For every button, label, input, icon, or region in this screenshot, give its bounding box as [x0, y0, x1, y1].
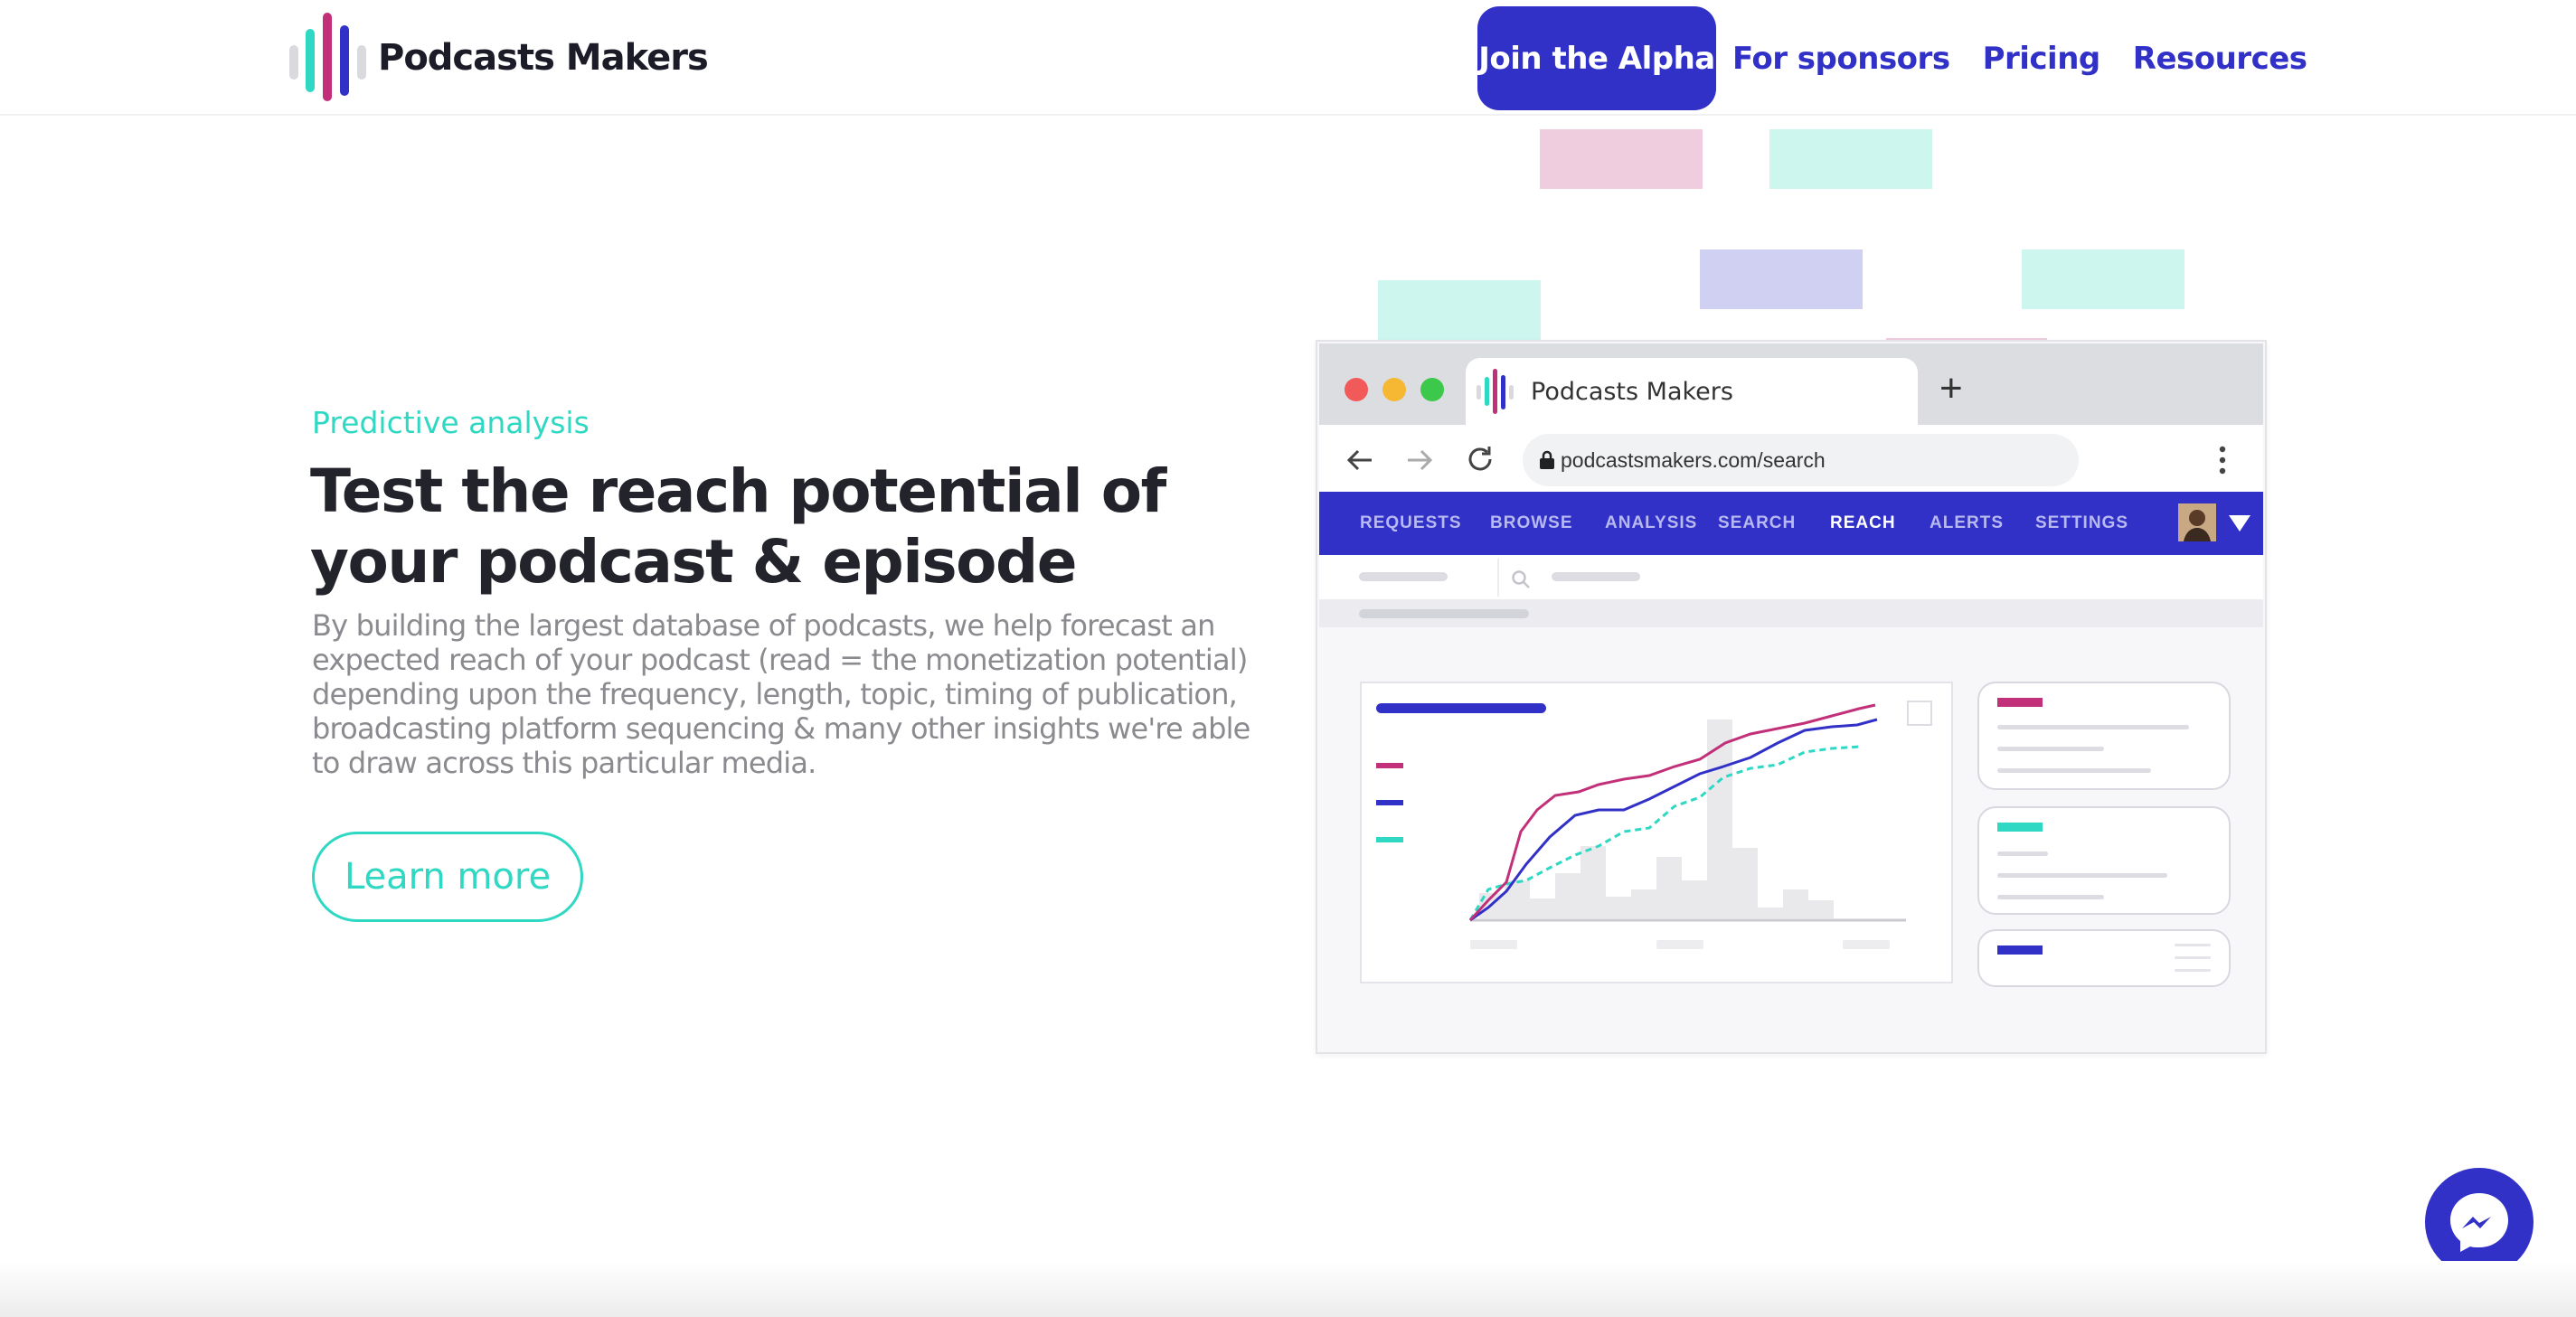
- messenger-chat-button[interactable]: [2425, 1168, 2534, 1276]
- join-alpha-button[interactable]: Join the Alpha: [1477, 6, 1716, 110]
- reach-chart-illustration: [1376, 701, 1932, 949]
- insight-card-1-line-3: [1997, 768, 2151, 773]
- bottom-shadow: [0, 1261, 2576, 1317]
- app-nav-alerts: ALERTS: [1930, 513, 2004, 532]
- lock-icon: [1540, 450, 1554, 469]
- results-bar: [1319, 600, 2263, 627]
- app-nav-bar: REQUESTS BROWSE ANALYSIS SEARCH REACH AL…: [1319, 492, 2263, 555]
- insight-card-2-line-3: [1997, 895, 2104, 899]
- reload-icon: [1468, 447, 1492, 471]
- search-placeholder: [1552, 572, 1640, 581]
- address-bar: podcastsmakers.com/search: [1523, 434, 2079, 486]
- window-minimize-dot: [1382, 378, 1406, 401]
- deco-rect-lavender: [1700, 249, 1863, 309]
- deco-rect-teal-left: [1378, 280, 1541, 340]
- browser-toolbar: podcastsmakers.com/search: [1319, 425, 2263, 499]
- browser-mockup: Podcasts Makers + podcastsmakers.com/sea…: [1316, 340, 2267, 1054]
- insight-card-3-line-3: [2175, 969, 2211, 972]
- app-nav-reach: REACH: [1830, 513, 1896, 532]
- filter-divider: [1497, 559, 1499, 597]
- kebab-menu-icon: [2219, 446, 2226, 475]
- filter-bar: [1319, 555, 2263, 600]
- back-arrow-icon: [1346, 449, 1372, 471]
- app-nav-requests: REQUESTS: [1360, 513, 1462, 532]
- nav-link-sponsors[interactable]: For sponsors: [1732, 41, 1950, 77]
- hero-title: Test the reach potential of your podcast…: [310, 456, 1166, 597]
- window-maximize-dot: [1420, 378, 1444, 401]
- tab-logo-icon: [1477, 369, 1514, 414]
- deco-rect-pink: [1540, 129, 1703, 189]
- hero-description: By building the largest database of podc…: [312, 608, 1250, 780]
- insight-card-1-accent: [1997, 698, 2043, 707]
- insight-card-3: [1977, 929, 2231, 987]
- browser-tab-bar: Podcasts Makers +: [1319, 343, 2263, 425]
- app-nav-analysis: ANALYSIS: [1605, 513, 1698, 532]
- insight-card-2-line-2: [1997, 873, 2167, 878]
- insight-card-3-line-2: [2175, 956, 2211, 959]
- deco-rect-teal-right: [2022, 249, 2184, 309]
- insight-card-2-accent: [1997, 823, 2043, 832]
- window-close-dot: [1345, 378, 1368, 401]
- new-tab-icon: +: [1939, 366, 1963, 410]
- deco-rect-teal: [1769, 129, 1932, 189]
- hero-eyebrow: Predictive analysis: [312, 405, 590, 440]
- nav-link-resources[interactable]: Resources: [2133, 41, 2307, 77]
- app-nav-browse: BROWSE: [1490, 513, 1573, 532]
- insight-card-3-accent: [1997, 945, 2043, 955]
- main-nav: Join the Alpha For sponsors Pricing Reso…: [1477, 6, 2307, 110]
- reach-chart-card: [1360, 682, 1953, 983]
- brand-logo[interactable]: Podcasts Makers: [289, 13, 741, 103]
- tab-title: Podcasts Makers: [1531, 377, 1733, 406]
- insight-card-3-line-1: [2175, 944, 2211, 946]
- insight-card-1-line-1: [1997, 725, 2189, 729]
- insight-card-2-line-1: [1997, 851, 2048, 856]
- address-url: podcastsmakers.com/search: [1561, 447, 1826, 472]
- logo-bars-icon: [289, 13, 369, 103]
- insight-card-1-line-2: [1997, 747, 2104, 751]
- site-header: Podcasts Makers Join the Alpha For spons…: [0, 0, 2576, 116]
- forward-arrow-icon: [1408, 449, 1433, 471]
- filter-placeholder: [1359, 572, 1448, 581]
- caret-down-icon: [2229, 515, 2250, 532]
- messenger-icon: [2450, 1193, 2508, 1252]
- brand-name: Podcasts Makers: [378, 37, 709, 79]
- app-nav-search: SEARCH: [1718, 513, 1797, 532]
- learn-more-button[interactable]: Learn more: [312, 832, 583, 922]
- browser-tab: Podcasts Makers: [1466, 358, 1918, 425]
- search-icon: [1512, 570, 1530, 588]
- insight-card-1: [1977, 682, 2231, 790]
- app-nav-settings: SETTINGS: [2035, 513, 2129, 532]
- insight-card-2: [1977, 806, 2231, 915]
- nav-link-pricing[interactable]: Pricing: [1983, 41, 2101, 77]
- results-placeholder: [1359, 609, 1529, 618]
- avatar: [2178, 503, 2216, 541]
